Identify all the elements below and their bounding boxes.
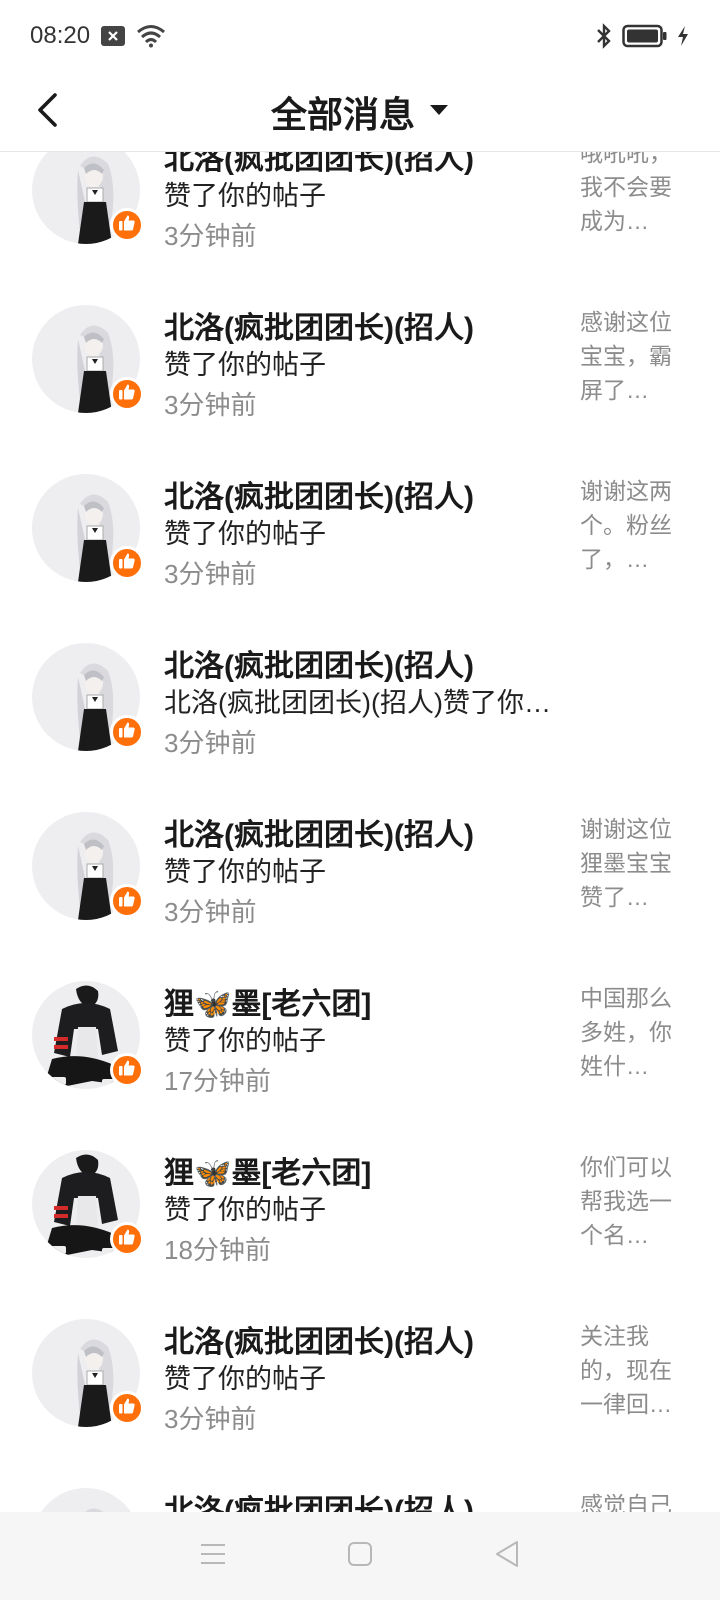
message-item[interactable]: 北洛(疯批团团长)(招人) 赞了你的帖子 3分钟前 哦吼吼，我不会要成为… [0, 152, 720, 305]
back-nav-button[interactable] [477, 1526, 537, 1586]
thumbs-up-icon [118, 1059, 136, 1082]
status-time: 08:20 [30, 22, 91, 49]
avatar-wrap[interactable] [32, 812, 144, 920]
avatar-wrap[interactable] [32, 305, 144, 413]
message-list[interactable]: 北洛(疯批团团长)(招人) 赞了你的帖子 3分钟前 哦吼吼，我不会要成为… 北洛… [0, 152, 720, 1512]
action-text: 赞了你的帖子 [164, 181, 326, 211]
time-ago: 3分钟前 [164, 221, 257, 251]
caret-down-icon [429, 103, 449, 122]
like-badge [110, 715, 144, 749]
message-item[interactable]: 北洛(疯批团团长)(招人) 赞了你的帖子 3分钟前 感谢这位宝宝，霸屏了… [0, 305, 720, 474]
post-preview[interactable]: 感谢这位宝宝，霸屏了… [580, 305, 680, 407]
sender-name[interactable]: 北洛(疯批团团长)(招人) [164, 303, 474, 347]
avatar-wrap[interactable] [32, 152, 144, 244]
thumbs-up-icon [118, 890, 136, 913]
message-item[interactable]: 北洛(疯批团团长)(招人) 北洛(疯批团团长)(招人)赞了你… 3分钟前 [0, 643, 720, 812]
post-preview[interactable]: 你们可以帮我选一个名… [580, 1150, 680, 1252]
message-item[interactable]: 北洛(疯批团团长)(招人) 赞了你的帖子 3分钟前 谢谢这位狸墨宝宝赞了… [0, 812, 720, 981]
time-ago: 3分钟前 [164, 1404, 257, 1434]
time-ago: 3分钟前 [164, 390, 257, 420]
post-preview[interactable]: 中国那么多姓，你姓什… [580, 981, 680, 1083]
like-badge [110, 208, 144, 242]
message-item[interactable]: 北洛(疯批团团长)(招人) 赞了你的帖子 3分钟前 关注我的，现在一律回… [0, 1319, 720, 1488]
action-text: 赞了你的帖子 [164, 519, 326, 549]
sender-name[interactable]: 北洛(疯批团团长)(招人) [164, 472, 474, 516]
action-text: 赞了你的帖子 [164, 1026, 326, 1056]
notification-x-icon [100, 25, 126, 52]
avatar-wrap[interactable] [32, 1150, 144, 1258]
sender-name[interactable]: 狸🦋墨[老六团] [164, 979, 371, 1023]
like-badge [110, 546, 144, 580]
avatar-wrap[interactable] [32, 474, 144, 582]
post-preview[interactable]: 谢谢这两个。粉丝了，… [580, 474, 680, 576]
sender-name[interactable]: 狸🦋墨[老六团] [164, 1148, 371, 1192]
time-ago: 3分钟前 [164, 728, 257, 758]
avatar-wrap[interactable] [32, 643, 144, 751]
battery-icon [622, 24, 668, 53]
post-preview[interactable]: 关注我的，现在一律回… [580, 1319, 680, 1421]
sender-name[interactable]: 北洛(疯批团团长)(招人) [164, 810, 474, 854]
time-ago: 17分钟前 [164, 1066, 271, 1096]
header: 全部消息 [0, 72, 720, 152]
post-preview[interactable]: 谢谢这位狸墨宝宝赞了… [580, 812, 680, 914]
action-text: 赞了你的帖子 [164, 857, 326, 887]
like-badge [110, 1222, 144, 1256]
like-badge [110, 1053, 144, 1087]
title-dropdown[interactable]: 全部消息 [0, 72, 720, 152]
sender-name[interactable]: 北洛(疯批团团长)(招人) [164, 1486, 474, 1512]
message-item[interactable]: 狸🦋墨[老六团] 赞了你的帖子 17分钟前 中国那么多姓，你姓什… [0, 981, 720, 1150]
home-button[interactable] [330, 1526, 390, 1586]
thumbs-up-icon [118, 1228, 136, 1251]
page-title: 全部消息 [270, 94, 415, 135]
avatar[interactable] [32, 1488, 140, 1512]
system-nav-bar [0, 1512, 720, 1600]
thumbs-up-icon [118, 552, 136, 575]
bluetooth-icon [594, 22, 614, 55]
like-badge [110, 884, 144, 918]
post-preview[interactable]: 哦吼吼，我不会要成为… [580, 152, 680, 238]
avatar-wrap[interactable] [32, 981, 144, 1089]
sender-name[interactable]: 北洛(疯批团团长)(招人) [164, 641, 474, 685]
sender-name[interactable]: 北洛(疯批团团长)(招人) [164, 1317, 474, 1361]
post-preview[interactable]: 感觉自己 [580, 1488, 680, 1512]
status-bar: 08:20 [0, 0, 720, 72]
home-square-icon [347, 1541, 373, 1572]
action-text: 赞了你的帖子 [164, 1195, 326, 1225]
message-item[interactable]: 狸🦋墨[老六团] 赞了你的帖子 18分钟前 你们可以帮我选一个名… [0, 1150, 720, 1319]
back-triangle-icon [494, 1540, 520, 1573]
wifi-icon [136, 24, 166, 53]
time-ago: 3分钟前 [164, 897, 257, 927]
message-item[interactable]: 北洛(疯批团团长)(招人) 感觉自己 [0, 1488, 720, 1512]
time-ago: 3分钟前 [164, 559, 257, 589]
action-text: 赞了你的帖子 [164, 1364, 326, 1394]
thumbs-up-icon [118, 214, 136, 237]
thumbs-up-icon [118, 721, 136, 744]
time-ago: 18分钟前 [164, 1235, 271, 1265]
action-text: 赞了你的帖子 [164, 350, 326, 380]
message-item[interactable]: 北洛(疯批团团长)(招人) 赞了你的帖子 3分钟前 谢谢这两个。粉丝了，… [0, 474, 720, 643]
avatar-wrap[interactable] [32, 1319, 144, 1427]
menu-icon [199, 1542, 227, 1571]
like-badge [110, 377, 144, 411]
avatar-wrap[interactable] [32, 1488, 140, 1512]
thumbs-up-icon [118, 1397, 136, 1420]
charging-icon [676, 25, 690, 52]
menu-button[interactable] [183, 1526, 243, 1586]
action-text: 北洛(疯批团团长)(招人)赞了你… [164, 688, 551, 718]
thumbs-up-icon [118, 383, 136, 406]
like-badge [110, 1391, 144, 1425]
